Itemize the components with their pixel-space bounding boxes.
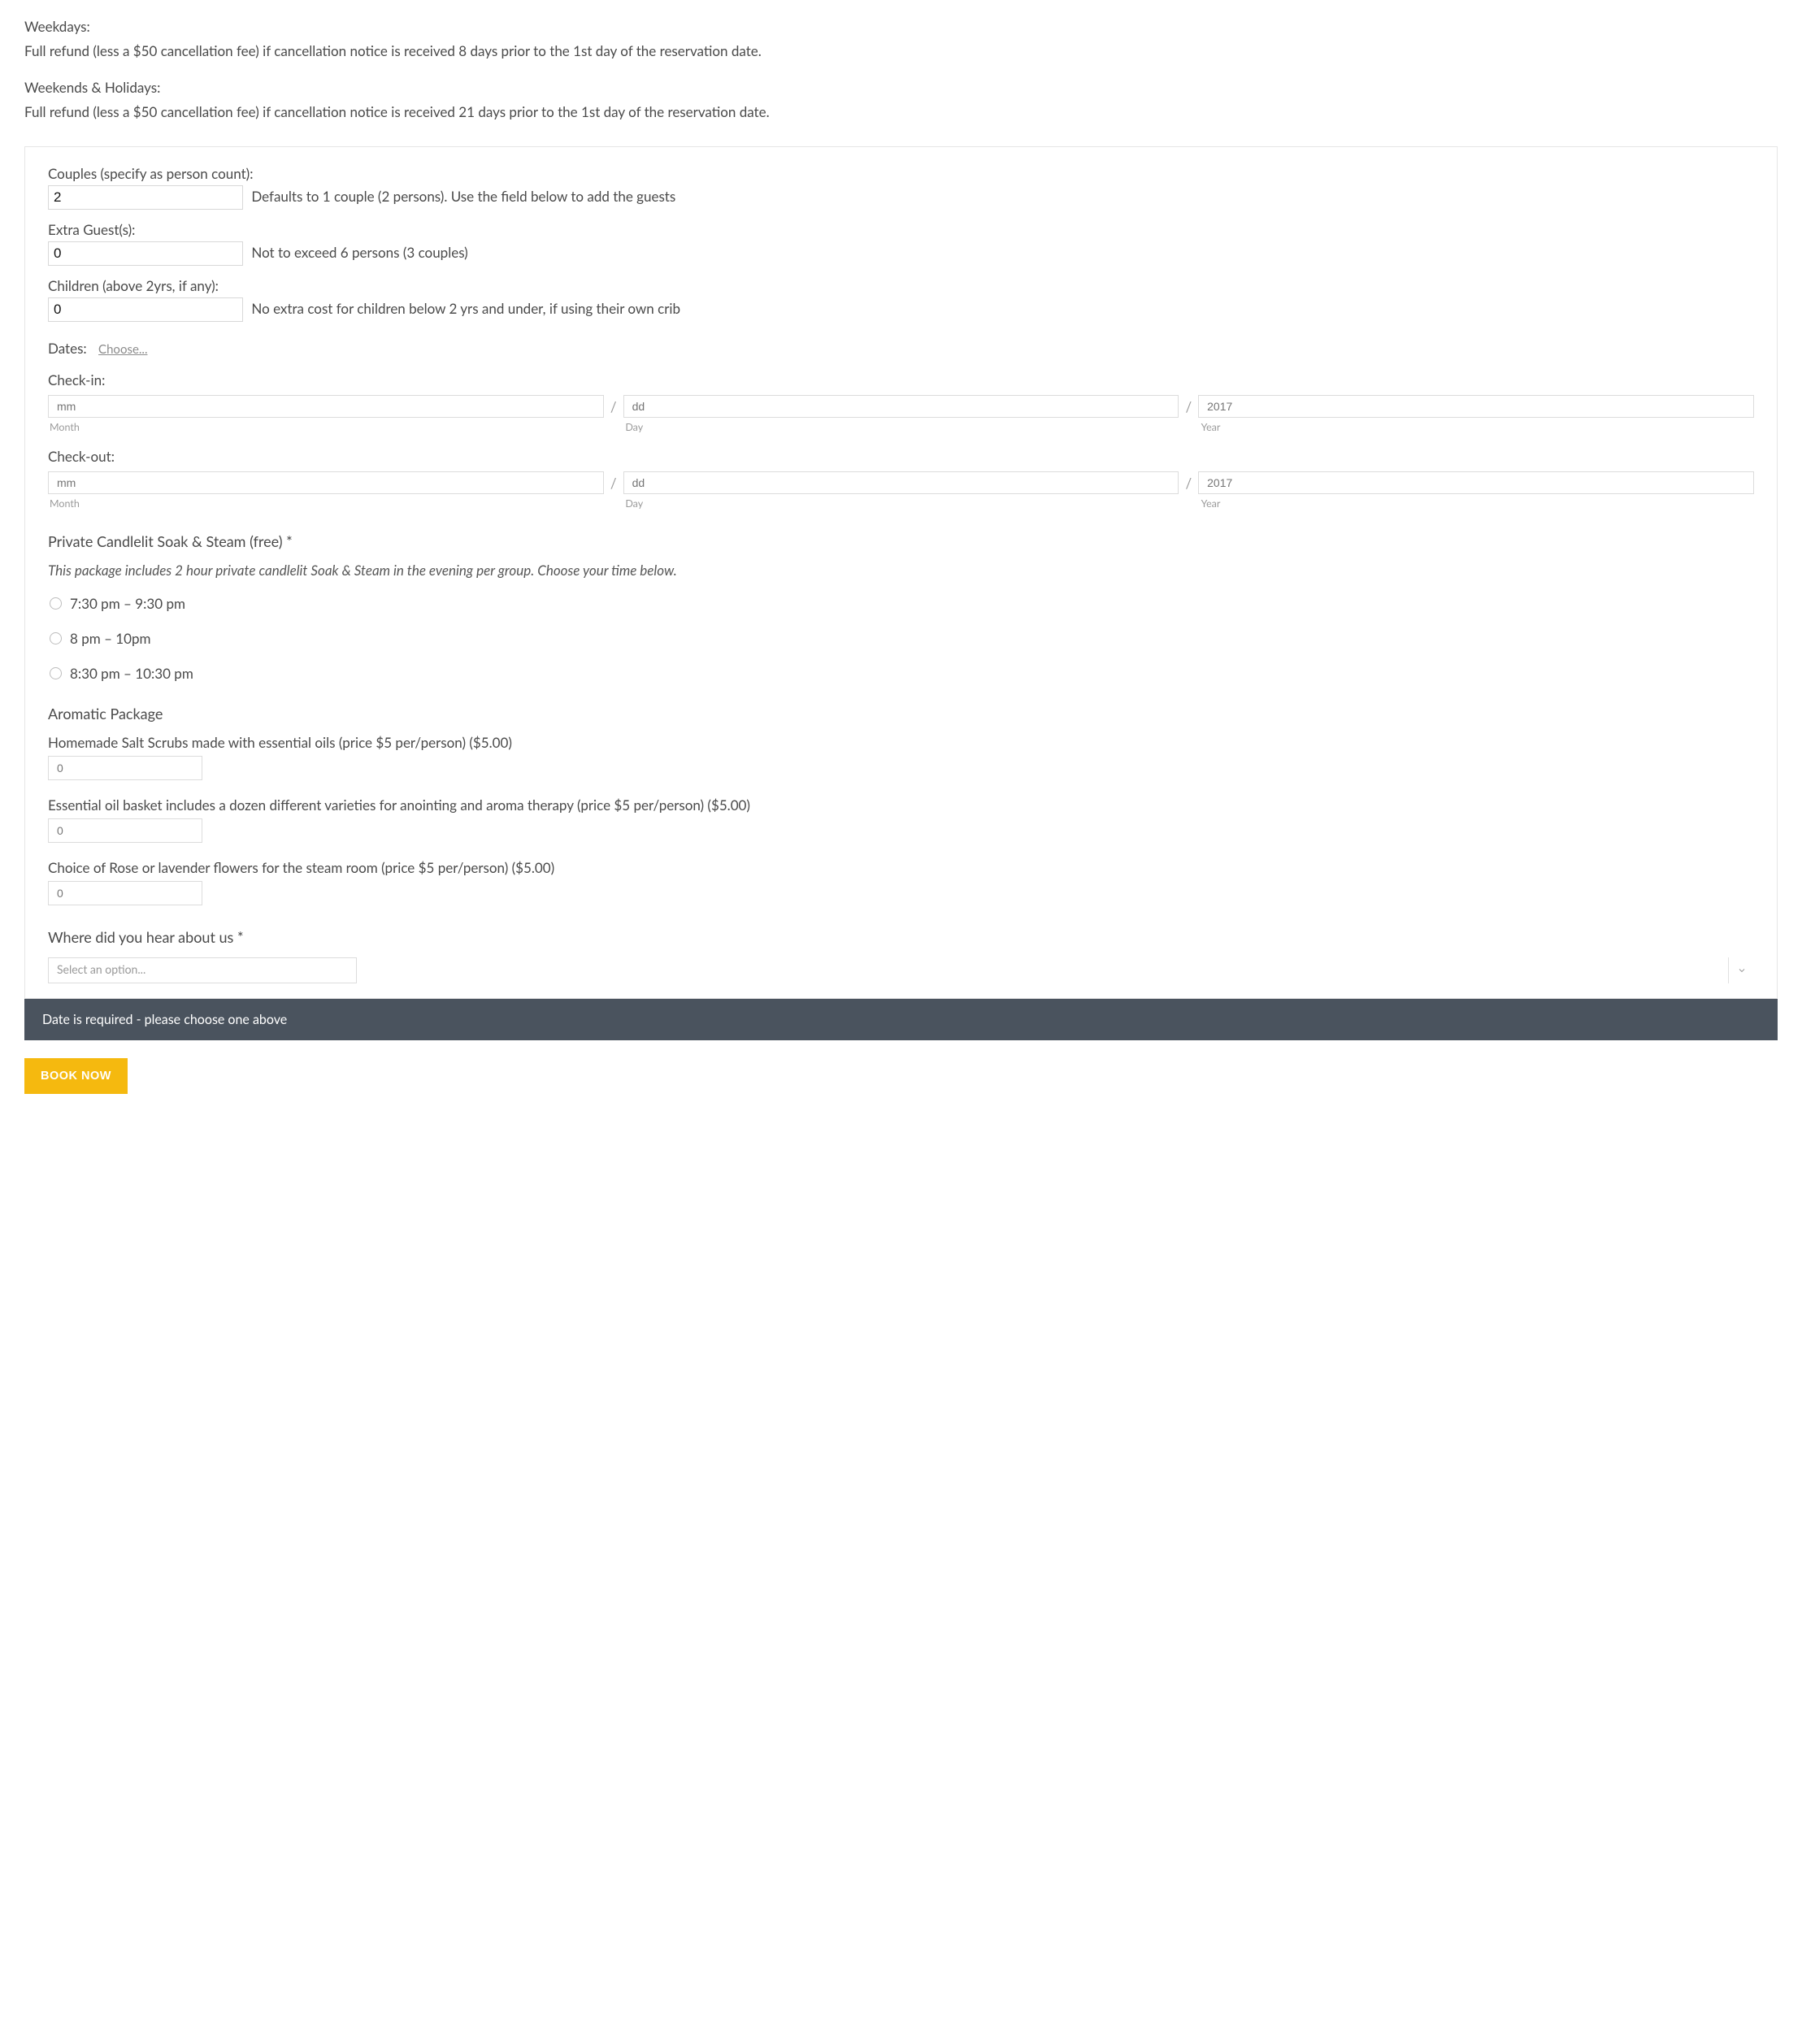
- extra-guests-row: Extra Guest(s): Not to exceed 6 persons …: [48, 221, 1754, 266]
- day-sublabel: Day: [623, 497, 1178, 510]
- hear-about-us-select-row: Select an option...: [48, 957, 1754, 983]
- checkout-row: / /: [48, 471, 1754, 494]
- checkout-month-input[interactable]: [48, 471, 604, 494]
- soak-option-2[interactable]: 8 pm – 10pm: [50, 630, 1754, 647]
- radio-icon[interactable]: [50, 667, 62, 679]
- radio-icon[interactable]: [50, 632, 62, 644]
- choose-dates-link[interactable]: Choose...: [98, 342, 147, 357]
- slash-icon: /: [1183, 398, 1193, 415]
- slash-icon: /: [609, 475, 619, 492]
- checkin-year-input[interactable]: [1198, 395, 1754, 418]
- aromatic-item-label: Choice of Rose or lavender flowers for t…: [48, 859, 1754, 876]
- soak-option-label: 8 pm – 10pm: [70, 630, 151, 647]
- select-caret-button[interactable]: [1728, 957, 1754, 983]
- soak-option-3[interactable]: 8:30 pm – 10:30 pm: [50, 665, 1754, 682]
- book-now-button[interactable]: BOOK NOW: [24, 1058, 128, 1094]
- couples-note: Defaults to 1 couple (2 persons). Use th…: [251, 188, 675, 205]
- slash-icon: /: [1183, 475, 1193, 492]
- aromatic-item-2-input[interactable]: [48, 818, 202, 843]
- aromatic-item-1: Homemade Salt Scrubs made with essential…: [48, 734, 1754, 780]
- checkout-label: Check-out:: [48, 448, 1754, 465]
- extra-guests-note: Not to exceed 6 persons (3 couples): [251, 244, 467, 261]
- checkin-day-input[interactable]: [623, 395, 1179, 418]
- soak-steam-description: This package includes 2 hour private can…: [48, 562, 1754, 579]
- month-sublabel: Month: [48, 497, 602, 510]
- checkin-row: / /: [48, 395, 1754, 418]
- aromatic-item-label: Essential oil basket includes a dozen di…: [48, 796, 1754, 814]
- dates-line: Dates: Choose...: [48, 340, 1754, 357]
- aromatic-heading: Aromatic Package: [48, 705, 1754, 723]
- couples-row: Couples (specify as person count): Defau…: [48, 165, 1754, 210]
- aromatic-item-1-input[interactable]: [48, 756, 202, 780]
- aromatic-item-2: Essential oil basket includes a dozen di…: [48, 796, 1754, 843]
- aromatic-item-3: Choice of Rose or lavender flowers for t…: [48, 859, 1754, 905]
- checkout-sublabels: Month Day Year: [48, 497, 1754, 510]
- soak-option-label: 7:30 pm – 9:30 pm: [70, 595, 185, 612]
- booking-form: Couples (specify as person count): Defau…: [24, 146, 1778, 999]
- slash-icon: /: [609, 398, 619, 415]
- month-sublabel: Month: [48, 421, 602, 433]
- weekends-text: Full refund (less a $50 cancellation fee…: [24, 102, 1778, 123]
- soak-option-label: 8:30 pm – 10:30 pm: [70, 665, 193, 682]
- couples-label: Couples (specify as person count):: [48, 165, 1754, 182]
- cancellation-policy: Weekdays: Full refund (less a $50 cancel…: [24, 16, 1778, 122]
- weekdays-title: Weekdays:: [24, 16, 1778, 37]
- checkout-year-input[interactable]: [1198, 471, 1754, 494]
- soak-steam-heading: Private Candlelit Soak & Steam (free) *: [48, 532, 1754, 550]
- extra-guests-label: Extra Guest(s):: [48, 221, 1754, 238]
- soak-option-1[interactable]: 7:30 pm – 9:30 pm: [50, 595, 1754, 612]
- hear-about-us-select[interactable]: Select an option...: [48, 957, 357, 983]
- radio-icon[interactable]: [50, 597, 62, 610]
- aromatic-item-label: Homemade Salt Scrubs made with essential…: [48, 734, 1754, 751]
- checkin-sublabels: Month Day Year: [48, 421, 1754, 433]
- hear-about-us-heading: Where did you hear about us *: [48, 928, 1754, 946]
- weekdays-text: Full refund (less a $50 cancellation fee…: [24, 41, 1778, 62]
- children-label: Children (above 2yrs, if any):: [48, 277, 1754, 294]
- children-row: Children (above 2yrs, if any): No extra …: [48, 277, 1754, 322]
- error-message: Date is required - please choose one abo…: [24, 999, 1778, 1040]
- extra-guests-input[interactable]: [48, 241, 243, 266]
- couples-input[interactable]: [48, 185, 243, 210]
- children-input[interactable]: [48, 297, 243, 322]
- chevron-down-icon: [1737, 966, 1747, 975]
- checkin-label: Check-in:: [48, 371, 1754, 388]
- year-sublabel: Year: [1200, 421, 1754, 433]
- day-sublabel: Day: [623, 421, 1178, 433]
- dates-label: Dates:: [48, 340, 87, 357]
- year-sublabel: Year: [1200, 497, 1754, 510]
- aromatic-item-3-input[interactable]: [48, 881, 202, 905]
- checkin-month-input[interactable]: [48, 395, 604, 418]
- children-note: No extra cost for children below 2 yrs a…: [251, 300, 680, 317]
- weekends-title: Weekends & Holidays:: [24, 77, 1778, 98]
- checkout-day-input[interactable]: [623, 471, 1179, 494]
